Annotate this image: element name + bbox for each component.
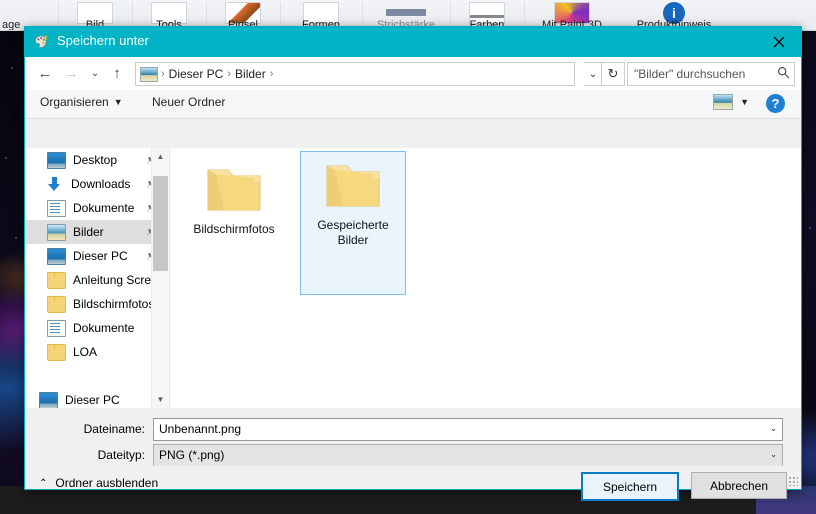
chevron-up-icon: ⌃ <box>39 477 48 489</box>
folder-icon <box>47 343 66 361</box>
arrow-right-icon[interactable]: → <box>61 63 81 83</box>
sidebar-item-label: Bildschirmfotos <box>73 297 155 311</box>
sidebar-item-bildschirmfotos[interactable]: Bildschirmfotos <box>25 292 169 316</box>
folder-icon <box>47 271 66 289</box>
folder-icon <box>321 160 385 212</box>
hide-folders-button[interactable]: ⌃ Ordner ausblenden <box>39 476 158 490</box>
save-button[interactable]: Speichern <box>581 472 679 501</box>
chevron-down-icon[interactable]: ⌄ <box>85 63 105 83</box>
chevron-down-icon[interactable]: ⌄ <box>765 419 782 438</box>
file-item[interactable]: Bildschirmfotos <box>182 156 286 243</box>
dialog-body: Desktop📌Downloads📌Dokumente📌Bilder📌Diese… <box>25 148 801 408</box>
pictures-icon <box>47 223 66 241</box>
search-input[interactable]: "Bilder" durchsuchen <box>628 67 772 81</box>
file-label: Bildschirmfotos <box>193 222 275 236</box>
filename-input[interactable]: Unbenannt.png ⌄ <box>153 417 783 441</box>
new-folder-button[interactable]: Neuer Ordner <box>152 95 225 109</box>
monitor-icon <box>47 151 66 169</box>
organize-label: Organisieren <box>40 95 109 109</box>
folder-icon <box>47 295 66 313</box>
filename-label: Dateiname: <box>83 422 145 436</box>
monitor-icon <box>39 391 58 408</box>
resize-grip-icon[interactable] <box>788 476 798 486</box>
sidebar-item-downloads[interactable]: Downloads📌 <box>25 172 169 196</box>
ribbon-separator <box>450 2 451 28</box>
address-bar[interactable]: › Dieser PC › Bilder › <box>135 62 575 86</box>
new-folder-label: Neuer Ordner <box>152 95 226 109</box>
scrollbar-thumb[interactable] <box>153 176 168 271</box>
document-icon <box>47 319 66 337</box>
refresh-icon[interactable]: ↻ <box>601 62 625 86</box>
navigation-bar: ← → ⌄ ↑ › Dieser PC › Bilder › ⌄ ↻ "Bild… <box>25 57 801 90</box>
pictures-folder-icon <box>140 66 158 82</box>
sidebar-item-label: Dokumente <box>73 201 135 215</box>
file-item[interactable]: Gespeicherte Bilder <box>300 151 406 295</box>
chevron-down-icon[interactable]: ▼ <box>152 391 169 408</box>
sidebar-item-loa[interactable]: LOA <box>25 340 169 364</box>
line-thickness-icon <box>386 9 426 16</box>
filetype-row: Dateityp: PNG (*.png) ⌄ <box>25 443 801 467</box>
filename-row: Dateiname: Unbenannt.png ⌄ <box>25 417 801 441</box>
sidebar-item-anleitung-screen[interactable]: Anleitung Screen <box>25 268 169 292</box>
ribbon-separator <box>132 2 133 28</box>
sidebar-item-dieser-pc[interactable]: Dieser PC <box>25 388 169 408</box>
save-form: Dateiname: Unbenannt.png ⌄ Dateityp: PNG… <box>25 408 801 467</box>
view-options-button[interactable]: ▼ <box>713 94 749 110</box>
monitor-icon <box>47 247 66 265</box>
save-as-dialog: Speichern unter ← → ⌄ ↑ › Dieser PC › Bi… <box>24 26 802 501</box>
ribbon-separator <box>280 2 281 28</box>
arrow-up-icon[interactable]: ↑ <box>107 63 127 83</box>
sidebar-item-dokumente[interactable]: Dokumente <box>25 316 169 340</box>
breadcrumb-separator: › <box>269 68 274 80</box>
sidebar-item-bilder[interactable]: Bilder📌 <box>25 220 169 244</box>
close-icon[interactable] <box>756 27 801 57</box>
cancel-button[interactable]: Abbrechen <box>691 472 787 499</box>
filename-value: Unbenannt.png <box>159 422 242 436</box>
breadcrumb-item-dieser-pc[interactable]: Dieser PC <box>165 67 228 81</box>
search-box[interactable]: "Bilder" durchsuchen <box>627 62 795 86</box>
view-layout-icon <box>713 94 734 110</box>
arrow-left-icon[interactable]: ← <box>35 63 55 83</box>
filetype-label: Dateityp: <box>97 448 145 462</box>
sidebar-item-label: Bilder <box>73 225 104 239</box>
download-icon <box>47 176 64 192</box>
ribbon-separator <box>362 2 363 28</box>
sidebar-item-label: Desktop <box>73 153 118 167</box>
sidebar-item-desktop[interactable]: Desktop📌 <box>25 148 169 172</box>
hide-folders-label: Ordner ausblenden <box>55 476 159 490</box>
organize-button[interactable]: Organisieren ▼ <box>40 95 123 109</box>
sidebar-item-label: Dokumente <box>73 321 135 335</box>
sidebar-item-label: LOA <box>73 345 98 359</box>
file-list[interactable]: Bildschirmfotos Gespeicherte Bilder <box>170 148 801 408</box>
dialog-title: Speichern unter <box>57 33 149 48</box>
sidebar-item-list: Desktop📌Downloads📌Dokumente📌Bilder📌Diese… <box>25 148 169 408</box>
file-label: Gespeicherte Bilder <box>317 218 389 247</box>
filetype-value: PNG (*.png) <box>159 448 225 462</box>
document-icon <box>47 199 66 217</box>
search-icon[interactable] <box>772 66 794 82</box>
chevron-down-icon: ▼ <box>113 97 123 107</box>
ribbon-separator <box>58 2 59 28</box>
folder-icon <box>202 164 266 216</box>
sidebar-item-dieser-pc[interactable]: Dieser PC📌 <box>25 244 169 268</box>
sidebar-scrollbar[interactable]: ▲ ▼ <box>151 148 169 408</box>
chevron-down-icon[interactable]: ⌄ <box>765 445 782 464</box>
dialog-footer: ⌃ Ordner ausblenden Speichern Abbrechen <box>25 466 801 501</box>
filetype-select[interactable]: PNG (*.png) ⌄ <box>153 443 783 467</box>
chevron-up-icon[interactable]: ▲ <box>152 148 169 165</box>
command-bar: Organisieren ▼ Neuer Ordner ▼ ? <box>25 90 801 119</box>
ribbon-separator <box>206 2 207 28</box>
sidebar-item-label: Dieser PC <box>73 249 128 263</box>
dialog-titlebar[interactable]: Speichern unter <box>25 27 801 57</box>
help-button[interactable]: ? <box>766 94 785 113</box>
sidebar-item-label: Downloads <box>71 177 131 191</box>
sidebar-item-label: Dieser PC <box>65 393 120 407</box>
sidebar-item-dokumente[interactable]: Dokumente📌 <box>25 196 169 220</box>
ribbon-separator <box>524 2 525 28</box>
navigation-sidebar: Desktop📌Downloads📌Dokumente📌Bilder📌Diese… <box>25 148 169 408</box>
paint-palette-icon <box>34 34 50 50</box>
chevron-down-icon: ▼ <box>740 97 749 107</box>
breadcrumb-item-bilder[interactable]: Bilder <box>231 67 270 81</box>
